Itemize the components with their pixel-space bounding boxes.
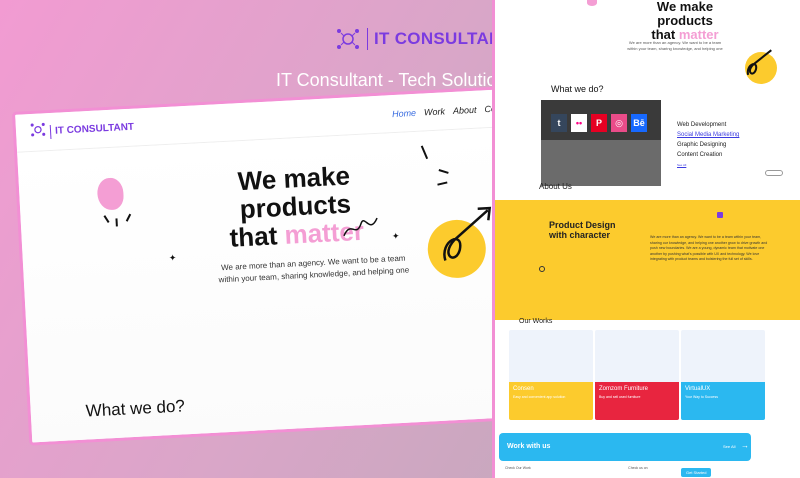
doodle-line [437, 181, 448, 186]
work-card-band: Consen Easy and convenient app solution [509, 382, 593, 420]
brand: IT CONSULTANT [335, 26, 512, 52]
hero-description: We are more than an agency. We want to b… [218, 253, 410, 285]
flickr-icon: •• [571, 114, 587, 132]
headline-that: that [228, 220, 279, 253]
services-see-all-link[interactable]: See All [677, 160, 739, 170]
work-card-title: VirtualUX [685, 386, 711, 392]
product-design-title: Product Design with character [549, 220, 616, 240]
circle-decoration [539, 266, 545, 272]
service-item[interactable]: Content Creation [677, 150, 739, 160]
sparkle-icon: ✦ [168, 252, 177, 263]
network-logo-icon [30, 121, 47, 143]
work-card[interactable]: VirtualUX Your Way to Success [681, 330, 765, 420]
footer-link[interactable]: Check us on [628, 466, 647, 476]
service-item[interactable]: Social Media Marketing [677, 130, 739, 140]
doodle-line [103, 215, 110, 223]
service-item[interactable]: Web Development [677, 120, 739, 130]
see-all-link[interactable]: See All [723, 444, 735, 449]
work-card-band: VirtualUX Your Way to Success [681, 382, 765, 420]
work-card-title: Zomzom Furniture [599, 386, 649, 392]
section-title-our-works: Our Works [519, 318, 553, 325]
toggle-pill[interactable] [765, 170, 783, 176]
section-title-what-we-do: What we do? [85, 396, 186, 421]
preview-hero: We make products that matter ✦ ✦ ✦ We ar… [17, 125, 546, 446]
get-started-button[interactable]: Get Started [681, 468, 712, 477]
work-card-band: Zomzom Furniture Buy and sell used furni… [595, 382, 679, 420]
headline-line1: We make products [656, 0, 714, 28]
doodle-line [126, 213, 132, 222]
headline-line1: We make products [237, 160, 352, 225]
network-logo-icon [335, 26, 361, 52]
tumblr-icon: t [551, 114, 567, 132]
product-design-text: We are more than an agency. We want to b… [650, 235, 768, 261]
hero-headline: We make products that matter [633, 0, 737, 42]
nav-work[interactable]: Work [424, 106, 445, 117]
logo-divider [49, 124, 52, 139]
fullpage-preview: We make products that matter We are more… [492, 0, 800, 478]
sparkle-icon: ✦ [391, 230, 400, 242]
services-list: Web Development Social Media Marketing G… [677, 120, 739, 170]
purple-square-decoration [717, 212, 723, 218]
squiggle-arrow-icon [746, 49, 772, 76]
doodle-line [421, 145, 429, 159]
section-title-about: About Us [539, 182, 572, 191]
nav-home[interactable]: Home [392, 107, 417, 118]
work-card[interactable]: Consen Easy and convenient app solution [509, 330, 593, 420]
pink-blob-decoration [587, 0, 597, 6]
preview-logo-text: IT CONSULTANT [54, 121, 135, 137]
work-with-us-title: Work with us [507, 443, 551, 450]
preview-logo[interactable]: IT CONSULTANT [30, 117, 135, 143]
work-card-title: Consen [513, 386, 534, 392]
footer-link[interactable]: Check Our Work [505, 466, 531, 476]
pink-blob-decoration [96, 177, 125, 211]
work-card-subtitle: Buy and sell used furniture [599, 395, 641, 399]
scribble-icon [343, 217, 378, 237]
work-card-subtitle: Easy and convenient app solution [513, 395, 566, 399]
work-card[interactable]: Zomzom Furniture Buy and sell used furni… [595, 330, 679, 420]
photo-people [541, 140, 661, 186]
work-with-us-banner[interactable]: Work with us [499, 433, 751, 461]
social-media-photo: t •• P ◎ Bē [541, 100, 661, 186]
nav-about[interactable]: About [453, 104, 477, 115]
doodle-line [115, 218, 118, 227]
dribbble-icon: ◎ [611, 114, 627, 132]
footer: Check Our Work Check us on [499, 464, 751, 478]
arrow-right-icon[interactable]: → [741, 441, 749, 450]
brand-divider [367, 28, 368, 50]
section-title-what-we-do: What we do? [551, 84, 604, 94]
pinterest-icon: P [591, 114, 607, 132]
service-item[interactable]: Graphic Designing [677, 140, 739, 150]
desktop-preview: IT CONSULTANT Home Work About Contact We… [12, 84, 549, 446]
doodle-line [438, 169, 449, 174]
work-card-subtitle: Your Way to Success [685, 395, 719, 399]
behance-icon: Bē [631, 114, 647, 132]
hero-description: We are more than an agency. We want to b… [627, 40, 723, 51]
